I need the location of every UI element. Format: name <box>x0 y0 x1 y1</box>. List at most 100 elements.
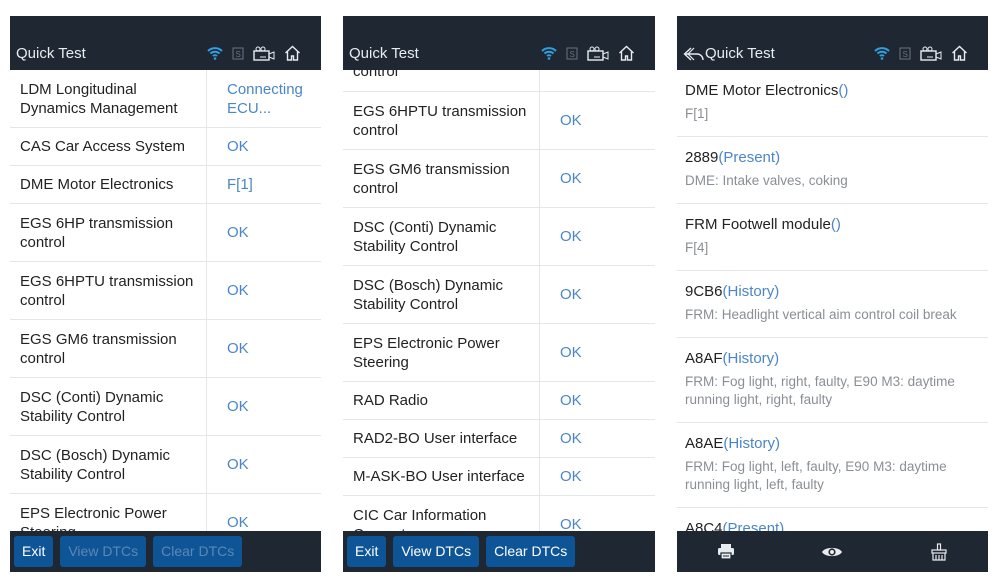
dtc-state: (Present) <box>722 520 785 531</box>
dtc-state: (Present) <box>718 149 781 166</box>
table-row[interactable]: EGS GM6 transmission control OK <box>10 320 321 378</box>
dtc-code: FRM Footwell module <box>685 216 831 233</box>
quick-test-screen-1: Quick Test S LDM Longitudinal Dynamics M… <box>10 16 321 572</box>
ecu-name: control <box>343 70 540 91</box>
wifi-icon[interactable] <box>874 46 890 60</box>
clear-icon[interactable] <box>930 542 948 561</box>
table-row[interactable]: DME Motor Electronics F[1] <box>10 166 321 204</box>
svg-text:S: S <box>570 50 575 59</box>
page-title: Quick Test <box>683 45 775 62</box>
s-badge-icon[interactable]: S <box>232 46 244 60</box>
ecu-name: EGS GM6 transmission control <box>343 150 540 207</box>
ecu-name: DSC (Conti) Dynamic Stability Control <box>343 208 540 265</box>
home-icon[interactable] <box>951 45 968 61</box>
view-dtcs-button[interactable]: View DTCs <box>60 536 147 567</box>
ecu-name: DME Motor Electronics <box>10 166 207 203</box>
clear-dtcs-button[interactable]: Clear DTCs <box>153 536 243 567</box>
ecu-status: OK <box>560 286 582 303</box>
table-row[interactable]: EPS Electronic Power Steering OK <box>10 494 321 531</box>
ecu-status: OK <box>227 456 249 473</box>
ecu-status: OK <box>227 224 249 241</box>
table-row[interactable]: control <box>343 70 655 92</box>
table-row[interactable]: DSC (Conti) Dynamic Stability Control OK <box>10 378 321 436</box>
dtc-list: DME Motor Electronics() F[1] 2889(Present… <box>677 70 988 531</box>
wifi-icon[interactable] <box>541 46 557 60</box>
ecu-name: EGS 6HPTU transmission control <box>10 262 207 319</box>
footer-toolbar: Exit View DTCs Clear DTCs <box>10 531 321 572</box>
ecu-status: OK <box>227 138 249 155</box>
ecu-name: EGS 6HPTU transmission control <box>343 92 540 149</box>
table-row[interactable]: DSC (Bosch) Dynamic Stability Control OK <box>343 266 655 324</box>
list-item[interactable]: 9CB6(History) FRM: Headlight vertical aim… <box>677 271 988 338</box>
ecu-status: Connecting ECU... <box>227 80 303 117</box>
s-badge-icon[interactable]: S <box>566 46 578 60</box>
dtc-code: A8C4 <box>685 520 723 531</box>
footer-toolbar: Exit View DTCs Clear DTCs <box>343 531 655 572</box>
exit-button[interactable]: Exit <box>347 536 387 567</box>
table-row[interactable]: EGS 6HP transmission control OK <box>10 204 321 262</box>
ecu-status: OK <box>227 340 249 357</box>
home-icon[interactable] <box>284 45 301 61</box>
list-item[interactable]: FRM Footwell module() F[4] <box>677 204 988 271</box>
exit-button[interactable]: Exit <box>14 536 54 567</box>
view-dtcs-button[interactable]: View DTCs <box>393 536 480 567</box>
footer-toolbar <box>677 531 988 572</box>
ecu-name: EGS 6HP transmission control <box>10 204 207 261</box>
list-item[interactable]: 2889(Present) DME: Intake valves, coking <box>677 137 988 204</box>
ecu-status: OK <box>560 170 582 187</box>
ecu-name: DSC (Conti) Dynamic Stability Control <box>10 378 207 435</box>
dtc-state: () <box>830 216 841 233</box>
ecu-name: RAD2-BO User interface <box>343 420 540 457</box>
header: Quick Test S <box>10 16 321 70</box>
table-row[interactable]: RAD Radio OK <box>343 382 655 420</box>
dtc-description: FRM: Fog light, left, faulty, E90 M3: da… <box>685 459 947 492</box>
ecu-status: OK <box>560 468 582 485</box>
list-item[interactable]: DME Motor Electronics() F[1] <box>677 70 988 137</box>
quick-test-screen-2: Quick Test S control EGS 6HPTU transmiss… <box>343 16 655 572</box>
dtc-description: FRM: Headlight vertical aim control coil… <box>685 307 957 322</box>
title-text: Quick Test <box>705 45 775 62</box>
view-icon[interactable] <box>821 545 843 559</box>
list-item[interactable]: A8C4(Present) <box>677 508 988 531</box>
table-row[interactable]: DSC (Bosch) Dynamic Stability Control OK <box>10 436 321 494</box>
table-row[interactable]: M-ASK-BO User interface OK <box>343 458 655 496</box>
ecu-name: CIC Car Information Computer <box>343 496 540 531</box>
page-title: Quick Test <box>349 45 419 62</box>
ecu-status: F[1] <box>227 176 253 193</box>
dtc-state: (History) <box>723 435 781 452</box>
ecu-status: OK <box>560 392 582 409</box>
table-row[interactable]: EGS GM6 transmission control OK <box>343 150 655 208</box>
clear-dtcs-button[interactable]: Clear DTCs <box>486 536 576 567</box>
list-item[interactable]: A8AF(History) FRM: Fog light, right, faul… <box>677 338 988 423</box>
svg-text:S: S <box>903 50 908 59</box>
ecu-list: control EGS 6HPTU transmission control OK… <box>343 70 655 531</box>
dtc-description: F[1] <box>685 106 709 121</box>
dtc-state: () <box>838 82 849 99</box>
print-icon[interactable] <box>717 543 735 560</box>
table-row[interactable]: EGS 6HPTU transmission control OK <box>10 262 321 320</box>
ecu-status: OK <box>560 112 582 129</box>
wifi-icon[interactable] <box>207 46 223 60</box>
table-row[interactable]: CAS Car Access System OK <box>10 128 321 166</box>
back-icon[interactable] <box>683 47 705 61</box>
table-row[interactable]: EPS Electronic Power Steering OK <box>343 324 655 382</box>
dtc-code: DME Motor Electronics <box>685 82 839 99</box>
header: Quick Test S <box>677 16 988 70</box>
table-row[interactable]: RAD2-BO User interface OK <box>343 420 655 458</box>
ecu-status: OK <box>227 514 249 531</box>
s-badge-icon[interactable]: S <box>899 46 911 60</box>
home-icon[interactable] <box>618 45 635 61</box>
vci-camera-icon[interactable] <box>920 46 942 61</box>
ecu-name: EPS Electronic Power Steering <box>343 324 540 381</box>
dtc-state: (History) <box>722 350 780 367</box>
ecu-list: LDM Longitudinal Dynamics Management Conn… <box>10 70 321 531</box>
vci-camera-icon[interactable] <box>253 46 275 61</box>
ecu-status: OK <box>560 516 582 531</box>
table-row[interactable]: EGS 6HPTU transmission control OK <box>343 92 655 150</box>
vci-camera-icon[interactable] <box>587 46 609 61</box>
table-row[interactable]: DSC (Conti) Dynamic Stability Control OK <box>343 208 655 266</box>
table-row[interactable]: CIC Car Information Computer OK <box>343 496 655 531</box>
table-row[interactable]: LDM Longitudinal Dynamics Management Conn… <box>10 70 321 128</box>
dtc-code: 9CB6 <box>685 283 723 300</box>
list-item[interactable]: A8AE(History) FRM: Fog light, left, fault… <box>677 423 988 508</box>
